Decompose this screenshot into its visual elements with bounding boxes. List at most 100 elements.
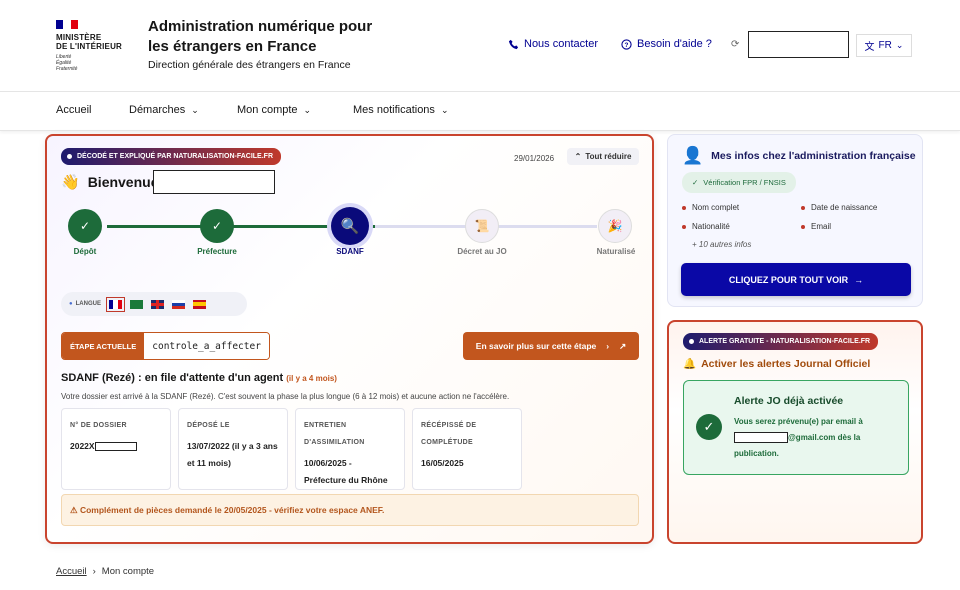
jo-alert-card: ALERTE GRATUITE - NATURALISATION-FACILE.…: [667, 320, 923, 544]
admin-info-title: 👤 Mes infos chez l'administration frança…: [682, 146, 916, 165]
flag-fr-icon[interactable]: [105, 296, 125, 312]
main-nav: Accueil Démarches ⌄ Mon compte ⌄ Mes notif…: [0, 93, 960, 131]
site-subtitle: Direction générale des étrangers en Fran…: [148, 59, 351, 71]
language-selector[interactable]: 文 FR ⌄: [856, 34, 912, 57]
redacted-name: [153, 170, 275, 194]
marianne-flag-icon: [56, 20, 78, 29]
current-step-indicator: ÉTAPE ACTUELLE controle_a_affecter: [61, 332, 270, 360]
site-title[interactable]: Administration numérique pour les étrang…: [148, 17, 388, 57]
check-icon: ✓: [79, 219, 91, 233]
admin-info-card: 👤 Mes infos chez l'administration frança…: [667, 134, 923, 307]
alert-badge: ALERTE GRATUITE - NATURALISATION-FACILE.…: [683, 333, 879, 350]
flag-ru-icon[interactable]: [171, 299, 185, 309]
help-link[interactable]: ? Besoin d'aide ?: [621, 38, 712, 50]
deposit-date-card: DÉPOSÉ LE 13/07/2022 (il y a 3 ans et 11…: [178, 408, 288, 490]
nav-item-mon-compte[interactable]: Mon compte ⌄: [237, 104, 311, 116]
dossier-number-card: N° DE DOSSIER 2022X: [61, 408, 171, 490]
chevron-down-icon: ⌄: [895, 40, 904, 50]
magnifier-icon: 🔍: [340, 218, 360, 235]
more-info-count: + 10 autres infos: [692, 240, 752, 249]
logo-line2: DE L'INTÉRIEUR: [56, 42, 123, 51]
language-label: ● LANGUE: [69, 301, 101, 307]
interview-card: ENTRETIEN D'ASSIMILATION 10/06/2025 - Pr…: [295, 408, 405, 490]
chevron-up-icon: ⌃: [574, 152, 582, 161]
breadcrumb-current: Mon compte: [101, 566, 155, 577]
contact-label: Nous contacter: [524, 38, 598, 50]
redacted-header-field: [748, 31, 849, 58]
alert-title: 🔔 Activer les alertes Journal Officiel: [683, 357, 871, 371]
redacted-email: [734, 432, 788, 444]
status-ago: (il y a 4 mois): [286, 374, 337, 383]
chevron-down-icon: ⌄: [191, 104, 199, 115]
step-prefecture-done: ✓: [200, 209, 234, 243]
contact-link[interactable]: Nous contacter: [508, 38, 598, 50]
step-label-decret: Décret au JO: [457, 247, 507, 256]
status-title: SDANF (Rezé) : en file d'attente d'un ag…: [61, 372, 337, 384]
source-badge: DÉCODÉ ET EXPLIQUÉ PAR NATURALISATION-FA…: [61, 148, 282, 165]
step-label-depot: Dépôt: [73, 247, 97, 256]
breadcrumb-home[interactable]: Accueil: [56, 566, 87, 577]
step-label-prefecture: Préfecture: [197, 247, 237, 256]
missing-documents-warning: ⚠ Complément de pièces demandé le 20/05/…: [61, 494, 639, 526]
refresh-icon[interactable]: ⟳: [731, 39, 739, 50]
current-step-value: controle_a_affecter: [144, 333, 269, 359]
chevron-right-icon: ›: [92, 566, 96, 577]
chevron-right-icon: ›: [606, 341, 610, 351]
check-icon: ✓: [692, 178, 699, 187]
step-label-sdanf: SDANF: [336, 247, 364, 256]
redacted-dossier-number: [94, 442, 137, 452]
check-circle-icon: ✓: [696, 414, 722, 440]
step-naturalise-todo: 🎉: [598, 209, 632, 243]
step-sdanf-current: 🔍: [331, 207, 369, 245]
step-label-naturalise: Naturalisé: [596, 247, 636, 256]
party-popper-icon: 🎉: [607, 219, 623, 233]
nav-item-notifications[interactable]: Mes notifications ⌄: [353, 104, 448, 116]
step-depot-done: ✓: [68, 209, 102, 243]
arrow-right-icon: →: [854, 274, 864, 285]
info-item: Date de naissance: [801, 203, 877, 212]
flag-es-icon[interactable]: [192, 299, 206, 309]
learn-more-button[interactable]: En savoir plus sur cette étape › ↗: [463, 332, 639, 360]
current-step-tag: ÉTAPE ACTUELLE: [62, 333, 145, 359]
language-switcher: ● LANGUE: [61, 292, 247, 316]
bell-icon: 🔔: [683, 358, 697, 370]
waving-hand-icon: 👋: [61, 174, 80, 191]
status-date: 29/01/2026: [514, 154, 555, 163]
flag-sa-icon[interactable]: [129, 299, 143, 309]
breadcrumb: Accueil › Mon compte: [56, 566, 154, 577]
external-link-icon: ↗: [619, 340, 627, 351]
logo-line1: MINISTÈRE: [56, 33, 102, 42]
alert-status-title: Alerte JO déjà activée: [734, 395, 844, 407]
step-decret-todo: 📜: [465, 209, 499, 243]
svg-text:?: ?: [625, 41, 629, 48]
phone-icon: [508, 39, 519, 49]
info-item: Nom complet: [682, 203, 739, 212]
language-label: FR: [878, 40, 892, 51]
info-item: Nationalité: [682, 222, 730, 231]
flag-gb-icon[interactable]: [150, 299, 164, 309]
ministry-logo[interactable]: MINISTÈRE DE L'INTÉRIEUR Liberté Égalité…: [56, 20, 136, 72]
globe-icon: ●: [69, 301, 73, 307]
scroll-icon: 📜: [474, 219, 490, 233]
chevron-down-icon: ⌄: [440, 104, 449, 115]
person-icon: 👤: [682, 146, 704, 165]
see-all-button[interactable]: CLIQUEZ POUR TOUT VOIR →: [681, 263, 911, 296]
site-header: MINISTÈRE DE L'INTÉRIEUR Liberté Égalité…: [0, 0, 960, 92]
collapse-all-button[interactable]: ⌃ Tout réduire: [567, 148, 639, 165]
info-item: Email: [801, 222, 831, 231]
chevron-down-icon: ⌄: [303, 104, 312, 115]
alert-status-text: Vous serez prévenu(e) par email à @gmail…: [734, 417, 863, 458]
logo-motto: Liberté Égalité Fraternité: [56, 54, 78, 72]
receipt-card: RÉCÉPISSÉ DE COMPLÉTUDE 16/05/2025: [412, 408, 522, 490]
help-label: Besoin d'aide ?: [637, 38, 712, 50]
alert-status-box: ✓ Alerte JO déjà activée Vous serez prév…: [683, 380, 909, 475]
translate-icon: 文: [864, 42, 875, 53]
nav-item-demarches[interactable]: Démarches ⌄: [129, 104, 199, 116]
nav-item-accueil[interactable]: Accueil: [56, 104, 91, 116]
status-description: Votre dossier est arrivé à la SDANF (Rez…: [61, 392, 510, 401]
question-circle-icon: ?: [621, 38, 632, 50]
dossier-status-card: DÉCODÉ ET EXPLIQUÉ PAR NATURALISATION-FA…: [45, 134, 654, 544]
check-icon: ✓: [211, 219, 223, 233]
welcome-heading: 👋 Bienvenue: [61, 174, 159, 191]
verification-badge: ✓ Vérification FPR / FNSIS: [682, 172, 796, 193]
